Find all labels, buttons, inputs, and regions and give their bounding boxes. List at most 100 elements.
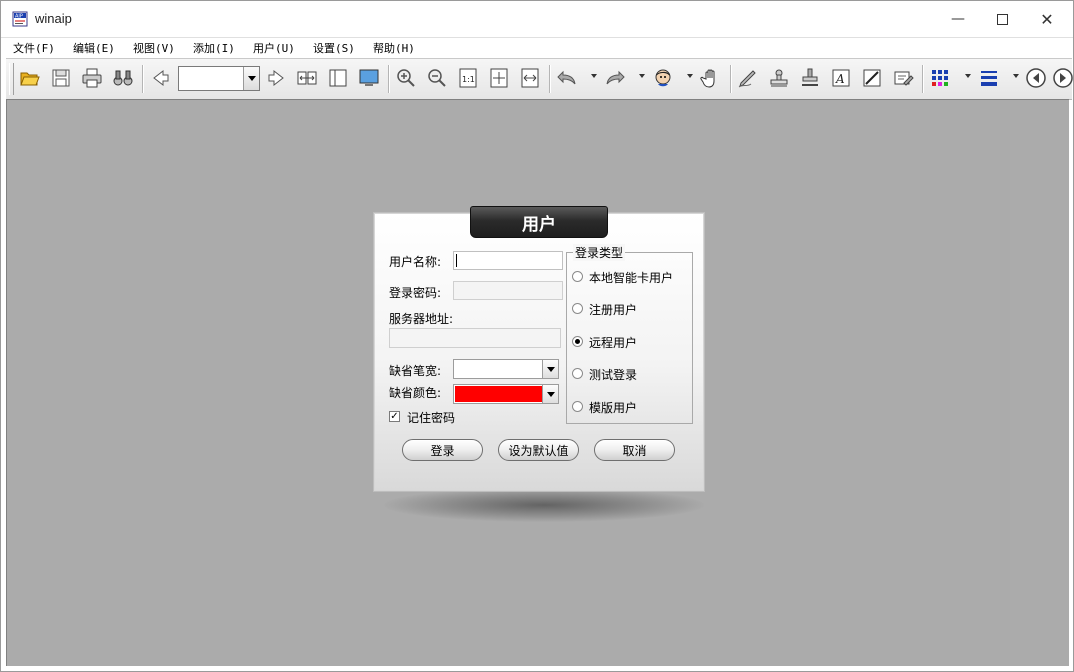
- login-button[interactable]: 登录: [402, 439, 483, 461]
- menu-view[interactable]: 视图(V): [133, 40, 175, 56]
- actual-size-icon: 1:1: [459, 68, 477, 88]
- annotate-button[interactable]: [891, 66, 915, 90]
- cancel-button[interactable]: 取消: [594, 439, 675, 461]
- sign-pen-button[interactable]: [736, 66, 760, 90]
- close-icon: ✕: [1040, 9, 1054, 29]
- set-default-button[interactable]: 设为默认值: [498, 439, 579, 461]
- login-type-group: 登录类型 本地智能卡用户 注册用户 远程用户 测试登录 模版用户: [566, 244, 693, 424]
- floppy-icon: [52, 69, 70, 87]
- color-grid-button[interactable]: [928, 66, 952, 90]
- radio-label-template-user: 模版用户: [589, 401, 638, 415]
- fullscreen-button[interactable]: [357, 66, 381, 90]
- menu-user[interactable]: 用户(U): [253, 40, 295, 56]
- server-label: 服务器地址:: [389, 312, 454, 326]
- radio-local-smartcard[interactable]: [572, 271, 583, 282]
- app-icon: AIP: [12, 11, 28, 27]
- title-bar[interactable]: AIP winaip — ✕: [1, 1, 1073, 37]
- radio-label-remote-user: 远程用户: [589, 336, 638, 350]
- zoom-in-button[interactable]: [394, 66, 418, 90]
- toolbar-separator: [549, 65, 551, 93]
- minimize-icon: —: [951, 11, 965, 27]
- redo-dropdown-icon[interactable]: [639, 74, 645, 78]
- stamp-icon: [770, 69, 788, 87]
- password-label: 登录密码:: [389, 286, 442, 300]
- folder-open-icon: [20, 72, 40, 86]
- fit-width-alt-button[interactable]: [518, 66, 542, 90]
- toolbar-separator: [922, 65, 924, 93]
- rotate-left-button[interactable]: [1024, 66, 1048, 90]
- maximize-icon: [996, 13, 1008, 25]
- close-window-button[interactable]: ✕: [1024, 1, 1070, 37]
- prev-page-button[interactable]: [148, 66, 172, 90]
- line-width-button[interactable]: [977, 66, 1001, 90]
- radio-remote-user[interactable]: [572, 336, 583, 347]
- radio-label-test-login: 测试登录: [589, 368, 638, 382]
- find-button[interactable]: [111, 66, 135, 90]
- redo-button[interactable]: [603, 66, 627, 90]
- print-button[interactable]: [80, 66, 104, 90]
- page-number-combo[interactable]: [178, 66, 260, 91]
- menu-file[interactable]: 文件(F): [13, 40, 55, 56]
- draw-line-button[interactable]: [860, 66, 884, 90]
- page-layout-icon: [329, 69, 347, 87]
- seal-button[interactable]: [798, 66, 822, 90]
- radio-label-local-smartcard: 本地智能卡用户: [589, 271, 674, 285]
- pen-width-dropdown-icon[interactable]: [542, 360, 558, 378]
- username-input[interactable]: [453, 251, 563, 270]
- undo-dropdown-icon[interactable]: [591, 74, 597, 78]
- zoom-in-icon: [397, 69, 415, 87]
- user-login-dialog: 用户 用户名称: 登录密码: 服务器地址: 缺省笔宽: 缺省颜色: ✓ 记住密码…: [374, 206, 704, 491]
- pen-width-select[interactable]: [453, 359, 559, 379]
- maximize-button[interactable]: [979, 1, 1025, 37]
- arrow-left-icon: [153, 69, 169, 87]
- fit-width-button[interactable]: [295, 66, 319, 90]
- menu-edit[interactable]: 编辑(E): [73, 40, 115, 56]
- app-window: AIP winaip — ✕ 文件(F) 编辑(E) 视图(V) 添加(I) 用…: [0, 0, 1074, 672]
- login-type-title: 登录类型: [573, 244, 626, 261]
- toolbar-grip[interactable]: [9, 63, 14, 95]
- undo-button[interactable]: [555, 66, 579, 90]
- user-dropdown-icon[interactable]: [687, 74, 693, 78]
- radio-registered-user[interactable]: [572, 303, 583, 314]
- remember-password-checkbox[interactable]: ✓: [389, 411, 400, 422]
- printer-icon: [82, 68, 102, 88]
- redo-icon: [606, 70, 625, 85]
- single-page-button[interactable]: [326, 66, 350, 90]
- color-label: 缺省颜色:: [389, 386, 442, 400]
- username-label: 用户名称:: [389, 255, 442, 269]
- monitor-icon: [359, 69, 379, 86]
- pan-button[interactable]: [699, 66, 723, 90]
- color-select[interactable]: [453, 384, 559, 404]
- text-box-button[interactable]: A: [829, 66, 853, 90]
- arrow-right-icon: [268, 69, 284, 87]
- toolbar-separator: [388, 65, 390, 93]
- fit-page-button[interactable]: [487, 66, 511, 90]
- svg-text:A: A: [835, 72, 845, 86]
- zoom-out-button[interactable]: [425, 66, 449, 90]
- actual-size-button[interactable]: 1:1: [456, 66, 480, 90]
- dialog-shadow: [384, 488, 704, 522]
- stamp-button[interactable]: [767, 66, 791, 90]
- pen-sign-icon: [738, 70, 756, 88]
- password-input[interactable]: [453, 281, 563, 300]
- minimize-button[interactable]: —: [935, 1, 981, 37]
- color-dropdown-icon[interactable]: [542, 385, 558, 403]
- user-button[interactable]: [651, 66, 675, 90]
- circle-arrow-right-icon: [1053, 68, 1073, 88]
- color-dropdown-icon[interactable]: [965, 74, 971, 78]
- server-address-input[interactable]: [389, 328, 561, 348]
- menu-settings[interactable]: 设置(S): [313, 40, 355, 56]
- hand-icon: [700, 69, 715, 88]
- radio-template-user[interactable]: [572, 401, 583, 412]
- next-page-button[interactable]: [265, 66, 289, 90]
- rotate-right-button[interactable]: [1051, 66, 1073, 90]
- draw-line-icon: [863, 69, 881, 87]
- radio-test-login[interactable]: [572, 368, 583, 379]
- dialog-title: 用户: [470, 206, 608, 238]
- menu-add[interactable]: 添加(I): [193, 40, 235, 56]
- save-button[interactable]: [49, 66, 73, 90]
- menu-help[interactable]: 帮助(H): [373, 40, 415, 56]
- line-width-dropdown-icon[interactable]: [1013, 74, 1019, 78]
- page-combo-dropdown[interactable]: [243, 67, 259, 90]
- open-button[interactable]: [18, 66, 42, 90]
